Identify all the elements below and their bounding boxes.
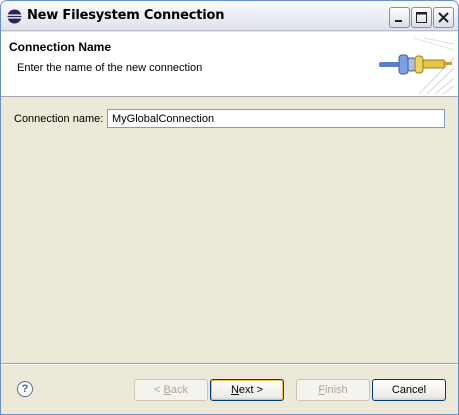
connection-plug-graphic xyxy=(379,38,454,94)
minimize-button[interactable] xyxy=(389,7,410,28)
dialog-window: New Filesystem Connection Connection Nam… xyxy=(0,0,459,415)
wizard-header: Connection Name Enter the name of the ne… xyxy=(1,32,458,97)
window-title: New Filesystem Connection xyxy=(27,8,225,23)
finish-button[interactable]: Finish xyxy=(296,379,370,401)
wizard-content: Connection name: xyxy=(1,98,458,363)
next-button-mnemonic: N xyxy=(230,384,239,396)
close-button[interactable] xyxy=(433,7,454,28)
eclipse-icon xyxy=(7,9,22,24)
minimize-icon xyxy=(395,20,402,22)
button-bar-separator xyxy=(1,363,458,365)
cancel-button-label: Cancel xyxy=(391,384,427,396)
help-icon: ? xyxy=(21,383,29,395)
connection-name-input[interactable] xyxy=(107,109,445,128)
maximize-icon xyxy=(416,12,427,23)
next-button[interactable]: Next > xyxy=(210,379,284,401)
back-button-mnemonic: B xyxy=(163,384,171,396)
connection-name-label: Connection name: xyxy=(14,113,104,125)
back-button[interactable]: < Back xyxy=(134,379,208,401)
page-title: Connection Name xyxy=(9,40,112,54)
close-icon xyxy=(438,12,449,23)
finish-button-suffix: inish xyxy=(325,384,348,396)
help-button[interactable]: ? xyxy=(17,381,33,397)
maximize-button[interactable] xyxy=(411,7,432,28)
next-button-suffix: ext > xyxy=(238,384,264,396)
title-bar[interactable]: New Filesystem Connection xyxy=(1,1,458,31)
back-button-suffix: ack xyxy=(170,384,188,396)
page-description: Enter the name of the new connection xyxy=(17,62,203,74)
cancel-button[interactable]: Cancel xyxy=(372,379,446,401)
back-button-prefix: < xyxy=(154,384,164,396)
